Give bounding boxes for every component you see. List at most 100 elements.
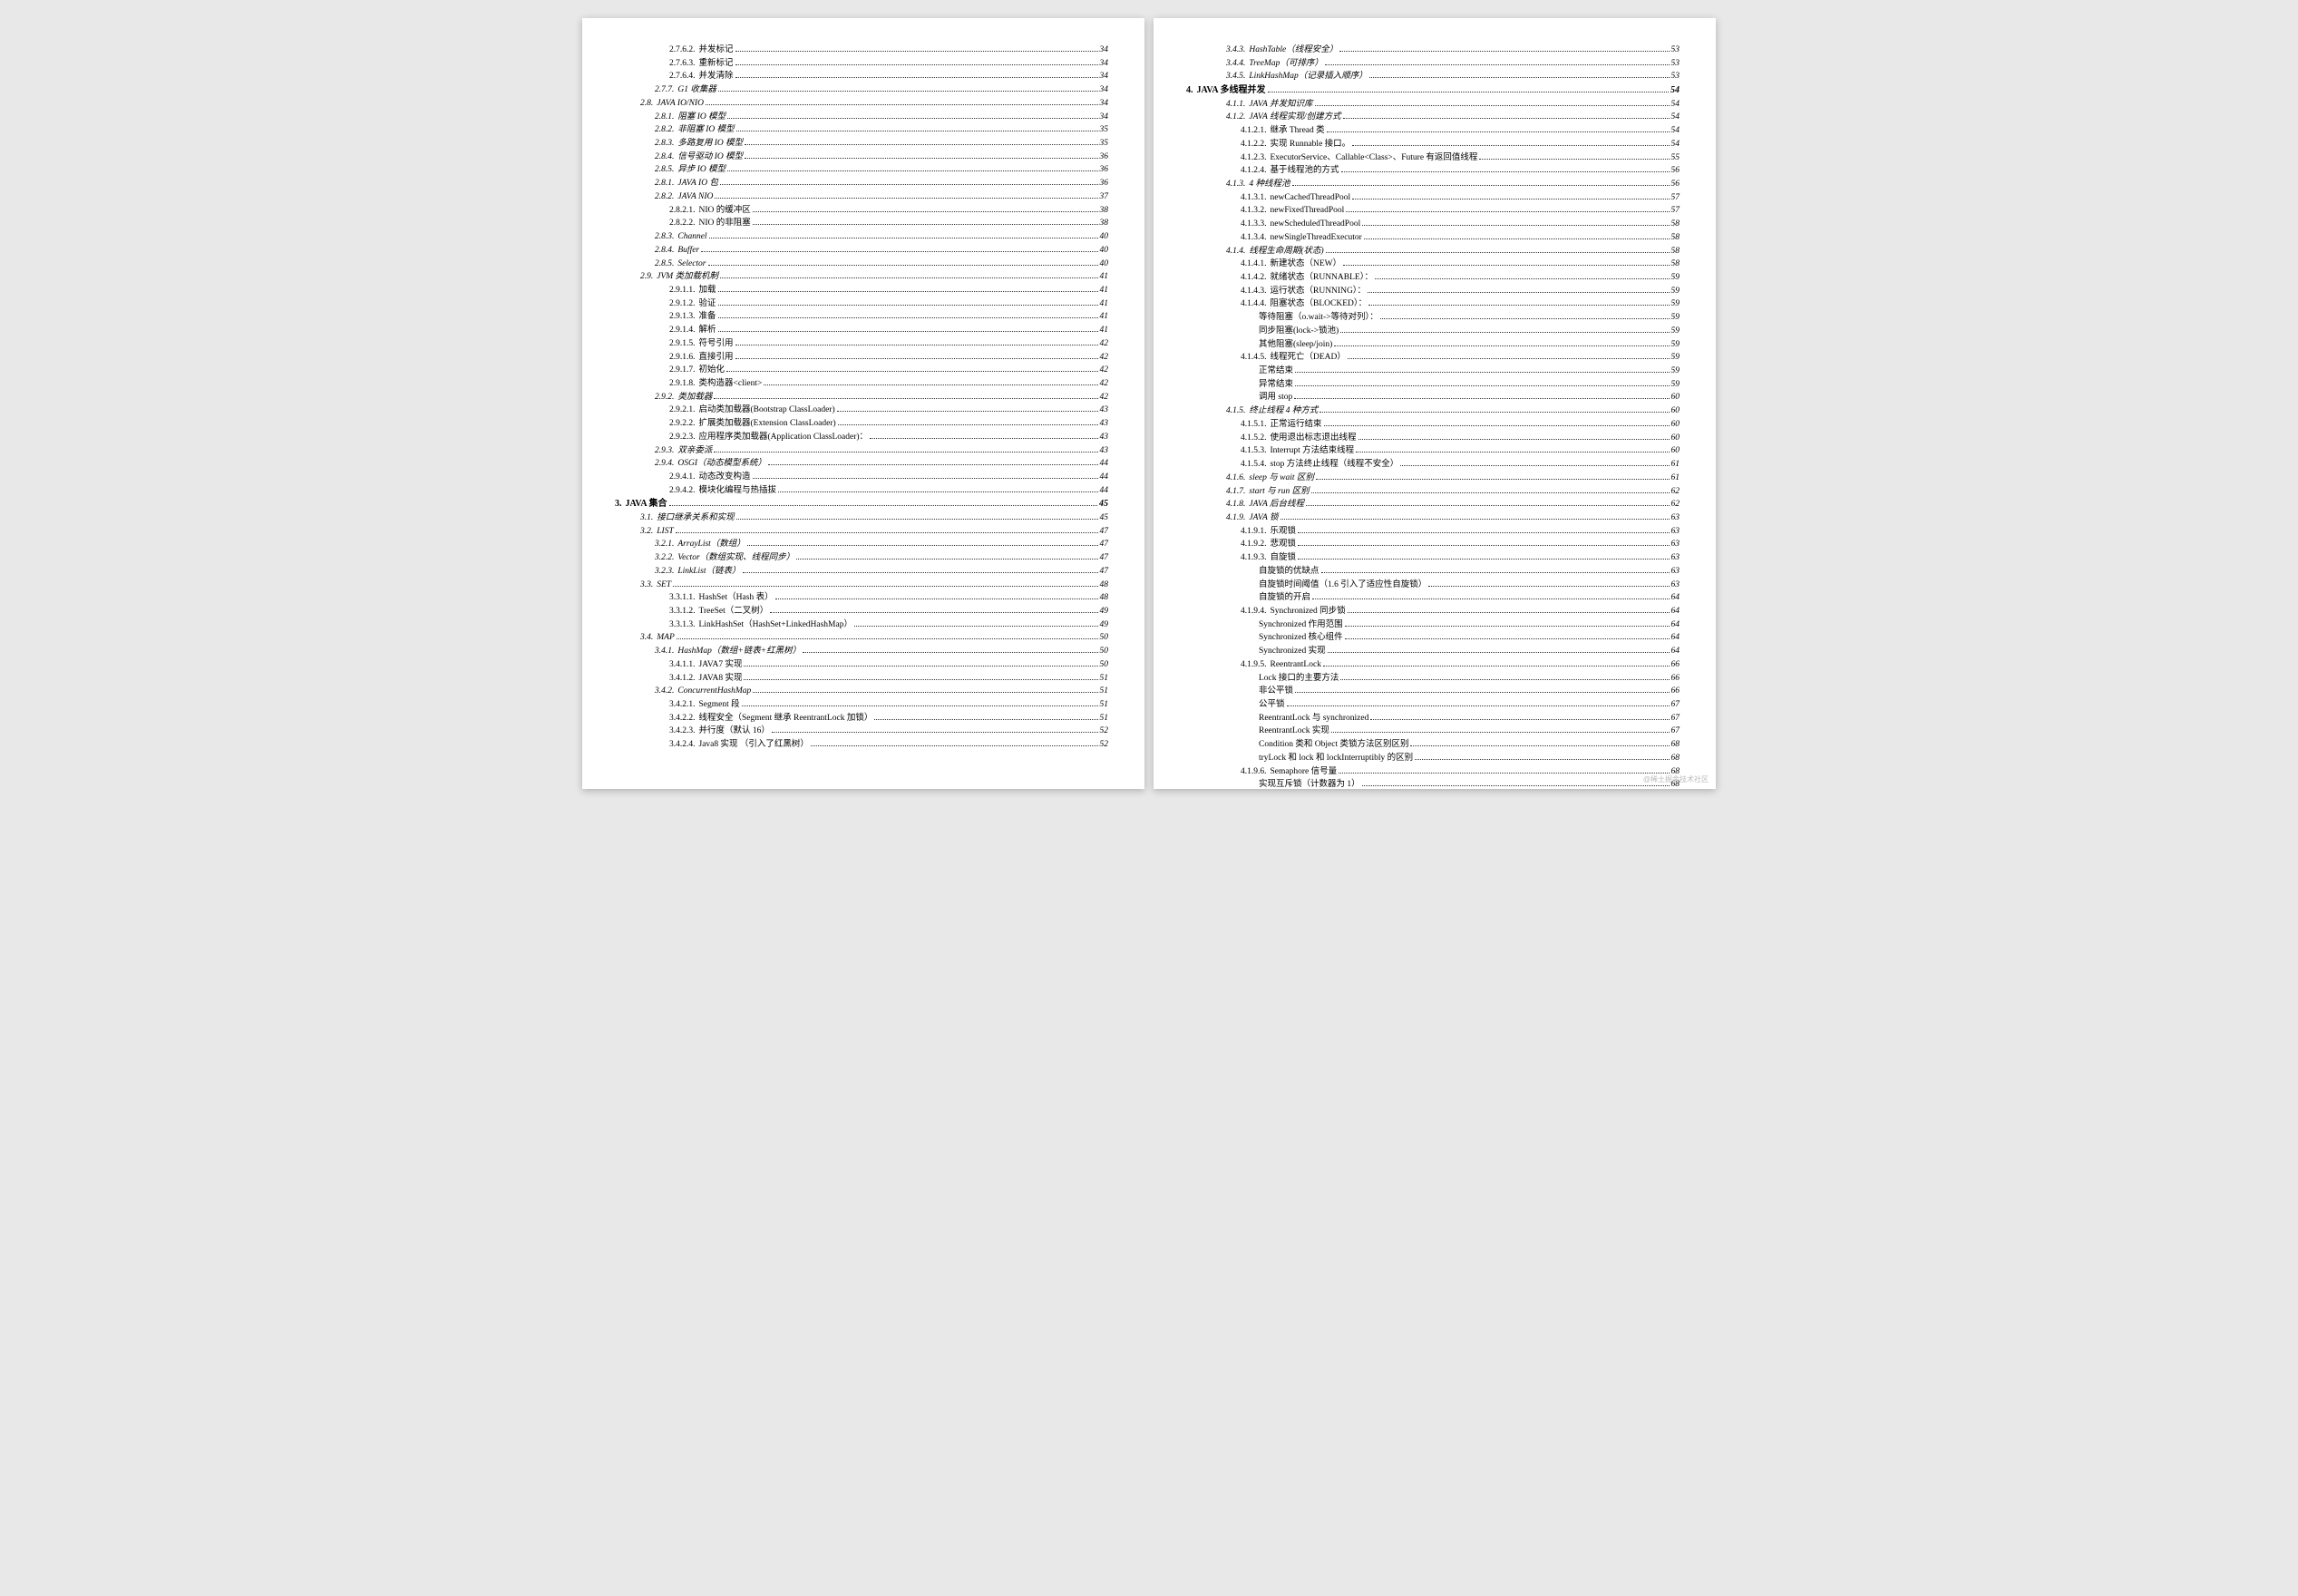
- toc-entry[interactable]: 3.2.2.Vector（数组实现、线程同步）47: [655, 551, 1108, 565]
- toc-entry[interactable]: 4.1.5.1.正常运行结束60: [1241, 418, 1680, 432]
- toc-entry[interactable]: 4.1.3.4 种线程池56: [1226, 178, 1680, 191]
- toc-entry[interactable]: Lock 接口的主要方法66: [1255, 672, 1680, 686]
- toc-entry[interactable]: 2.9.4.1.动态改变构造44: [669, 471, 1108, 484]
- toc-entry[interactable]: 2.7.6.3.重新标记34: [669, 57, 1108, 71]
- toc-entry[interactable]: 4.1.9.2.悲观锁63: [1241, 538, 1680, 551]
- toc-entry[interactable]: 4.1.9.4.Synchronized 同步锁64: [1241, 605, 1680, 618]
- toc-entry[interactable]: 2.9.JVM 类加载机制41: [640, 270, 1108, 284]
- toc-entry[interactable]: 4.1.5.终止线程 4 种方式60: [1226, 404, 1680, 418]
- toc-entry[interactable]: 3.3.1.1.HashSet（Hash 表）48: [669, 591, 1108, 605]
- toc-entry[interactable]: 4.1.4.5.线程死亡（DEAD）59: [1241, 351, 1680, 365]
- toc-entry[interactable]: 4.1.2.2.实现 Runnable 接口。54: [1241, 138, 1680, 151]
- toc-entry[interactable]: 2.9.2.1.启动类加载器(Bootstrap ClassLoader)43: [669, 404, 1108, 417]
- toc-entry[interactable]: 2.9.2.类加载器42: [655, 391, 1108, 404]
- toc-entry[interactable]: 2.9.3.双亲委派43: [655, 444, 1108, 458]
- toc-entry[interactable]: 正常结束59: [1255, 365, 1680, 378]
- toc-entry[interactable]: 2.7.6.4.并发清除34: [669, 70, 1108, 83]
- toc-entry[interactable]: 2.7.7.G1 收集器34: [655, 83, 1108, 97]
- toc-entry[interactable]: 3.4.5.LinkHashMap（记录插入顺序）53: [1226, 70, 1680, 83]
- toc-entry[interactable]: 2.8.4.信号驱动 IO 模型36: [655, 151, 1108, 164]
- toc-entry[interactable]: 3.3.1.3.LinkHashSet（HashSet+LinkedHashMa…: [669, 618, 1108, 632]
- toc-entry[interactable]: 3.2.1.ArrayList（数组）47: [655, 538, 1108, 551]
- toc-entry[interactable]: 3.JAVA 集合45: [615, 497, 1108, 511]
- toc-entry[interactable]: 4.1.5.2.使用退出标志退出线程60: [1241, 432, 1680, 445]
- toc-entry[interactable]: 4.1.9.JAVA 锁63: [1226, 511, 1680, 525]
- toc-entry[interactable]: 异常结束59: [1255, 378, 1680, 392]
- toc-entry[interactable]: Synchronized 作用范围64: [1255, 618, 1680, 632]
- toc-entry[interactable]: 4.1.9.1.乐观锁63: [1241, 525, 1680, 539]
- toc-entry[interactable]: 调用 stop60: [1255, 391, 1680, 404]
- toc-entry[interactable]: 2.9.1.2.验证41: [669, 297, 1108, 311]
- toc-entry[interactable]: 2.9.2.3.应用程序类加载器(Application ClassLoader…: [669, 431, 1108, 444]
- toc-entry[interactable]: 3.1.接口继承关系和实现45: [640, 511, 1108, 525]
- toc-entry[interactable]: 2.9.1.4.解析41: [669, 324, 1108, 337]
- toc-entry[interactable]: 3.4.1.1.JAVA7 实现50: [669, 658, 1108, 672]
- toc-entry[interactable]: 4.1.5.4.stop 方法终止线程（线程不安全）61: [1241, 458, 1680, 472]
- toc-entry[interactable]: Synchronized 实现64: [1255, 645, 1680, 658]
- toc-entry[interactable]: 自旋锁时间阈值（1.6 引入了适应性自旋锁）63: [1255, 579, 1680, 592]
- toc-entry[interactable]: 4.1.9.5.ReentrantLock66: [1241, 658, 1680, 672]
- toc-entry[interactable]: 其他阻塞(sleep/join)59: [1255, 338, 1680, 352]
- toc-entry[interactable]: 2.8.2.2.NIO 的非阻塞38: [669, 217, 1108, 230]
- toc-entry[interactable]: 4.1.2.4.基于线程池的方式56: [1241, 164, 1680, 178]
- toc-entry[interactable]: 4.1.5.3.Interrupt 方法结束线程60: [1241, 444, 1680, 458]
- toc-entry[interactable]: 4.1.9.6.Semaphore 信号量68: [1241, 765, 1680, 779]
- toc-entry[interactable]: 4.1.2.1.继承 Thread 类54: [1241, 124, 1680, 138]
- toc-entry[interactable]: 2.8.3.多路复用 IO 模型35: [655, 137, 1108, 151]
- toc-entry[interactable]: 4.1.7.start 与 run 区别62: [1226, 485, 1680, 499]
- toc-entry[interactable]: 实现互斥锁（计数器为 1）68: [1255, 778, 1680, 789]
- toc-entry[interactable]: 4.1.4.2.就绪状态（RUNNABLE）：59: [1241, 271, 1680, 285]
- toc-entry[interactable]: 3.4.2.1.Segment 段51: [669, 698, 1108, 712]
- toc-entry[interactable]: 3.4.2.2.线程安全（Segment 继承 ReentrantLock 加锁…: [669, 712, 1108, 725]
- toc-entry[interactable]: 2.7.6.2.并发标记34: [669, 44, 1108, 57]
- toc-entry[interactable]: 3.3.SET48: [640, 579, 1108, 592]
- toc-entry[interactable]: 4.1.4.3.运行状态（RUNNING）：59: [1241, 285, 1680, 298]
- toc-entry[interactable]: ReentrantLock 与 synchronized67: [1255, 712, 1680, 725]
- toc-entry[interactable]: 4.1.3.1.newCachedThreadPool57: [1241, 191, 1680, 205]
- toc-entry[interactable]: 3.3.1.2.TreeSet（二叉树）49: [669, 605, 1108, 618]
- toc-entry[interactable]: 4.1.8.JAVA 后台线程62: [1226, 498, 1680, 511]
- toc-entry[interactable]: 4.1.2.JAVA 线程实现/创建方式54: [1226, 111, 1680, 124]
- toc-entry[interactable]: 2.8.5.异步 IO 模型36: [655, 163, 1108, 177]
- toc-entry[interactable]: 2.9.4.2.模块化编程与热插拔44: [669, 484, 1108, 498]
- toc-entry[interactable]: 3.2.LIST47: [640, 525, 1108, 539]
- toc-entry[interactable]: tryLock 和 lock 和 lockInterruptibly 的区别68: [1255, 752, 1680, 765]
- toc-entry[interactable]: 4.1.4.4.阻塞状态（BLOCKED）：59: [1241, 297, 1680, 311]
- toc-entry[interactable]: 4.1.6.sleep 与 wait 区别61: [1226, 472, 1680, 485]
- toc-entry[interactable]: 3.4.2.ConcurrentHashMap51: [655, 685, 1108, 698]
- toc-entry[interactable]: 4.1.2.3.ExecutorService、Callable<Class>、…: [1241, 151, 1680, 165]
- toc-entry[interactable]: 3.4.3.HashTable（线程安全）53: [1226, 44, 1680, 57]
- toc-entry[interactable]: 3.4.2.4.Java8 实现 （引入了红黑树）52: [669, 738, 1108, 752]
- toc-entry[interactable]: 2.8.1.JAVA IO 包36: [655, 177, 1108, 190]
- toc-entry[interactable]: 4.JAVA 多线程并发54: [1186, 83, 1680, 98]
- toc-entry[interactable]: 2.8.5.Selector40: [655, 258, 1108, 271]
- toc-entry[interactable]: 2.9.2.2.扩展类加载器(Extension ClassLoader)43: [669, 417, 1108, 431]
- toc-entry[interactable]: 4.1.4.线程生命周期(状态)58: [1226, 245, 1680, 258]
- toc-entry[interactable]: 3.4.MAP50: [640, 631, 1108, 645]
- toc-entry[interactable]: 2.8.1.阻塞 IO 模型34: [655, 111, 1108, 124]
- toc-entry[interactable]: 3.2.3.LinkList（链表）47: [655, 565, 1108, 579]
- toc-entry[interactable]: 2.8.2.1.NIO 的缓冲区38: [669, 204, 1108, 218]
- toc-entry[interactable]: 2.8.2.JAVA NIO37: [655, 190, 1108, 204]
- toc-entry[interactable]: ReentrantLock 实现67: [1255, 725, 1680, 738]
- toc-entry[interactable]: 非公平锁66: [1255, 685, 1680, 698]
- toc-entry[interactable]: 2.8.2.非阻塞 IO 模型35: [655, 123, 1108, 137]
- toc-entry[interactable]: 2.9.1.8.类构造器<client>42: [669, 377, 1108, 391]
- toc-entry[interactable]: 4.1.1.JAVA 并发知识库54: [1226, 98, 1680, 112]
- toc-entry[interactable]: 2.9.4.OSGI（动态模型系统）44: [655, 457, 1108, 471]
- toc-entry[interactable]: 2.9.1.1.加载41: [669, 284, 1108, 297]
- toc-entry[interactable]: 3.4.4.TreeMap（可排序）53: [1226, 57, 1680, 71]
- toc-entry[interactable]: 4.1.9.3.自旋锁63: [1241, 551, 1680, 565]
- toc-entry[interactable]: 4.1.3.3.newScheduledThreadPool58: [1241, 218, 1680, 231]
- toc-entry[interactable]: 4.1.4.1.新建状态（NEW）58: [1241, 258, 1680, 271]
- toc-entry[interactable]: 2.8.3.Channel40: [655, 230, 1108, 244]
- toc-entry[interactable]: 4.1.3.4.newSingleThreadExecutor58: [1241, 231, 1680, 245]
- toc-entry[interactable]: 2.9.1.6.直接引用42: [669, 351, 1108, 365]
- toc-entry[interactable]: Synchronized 核心组件64: [1255, 631, 1680, 645]
- toc-entry[interactable]: Condition 类和 Object 类锁方法区别区别68: [1255, 738, 1680, 752]
- toc-entry[interactable]: 2.9.1.7.初始化42: [669, 364, 1108, 377]
- toc-entry[interactable]: 3.4.2.3.并行度（默认 16）52: [669, 725, 1108, 738]
- toc-entry[interactable]: 公平锁67: [1255, 698, 1680, 712]
- toc-entry[interactable]: 等待阻塞（o.wait->等待对列）：59: [1255, 311, 1680, 325]
- toc-entry[interactable]: 3.4.1.HashMap（数组+链表+红黑树）50: [655, 645, 1108, 658]
